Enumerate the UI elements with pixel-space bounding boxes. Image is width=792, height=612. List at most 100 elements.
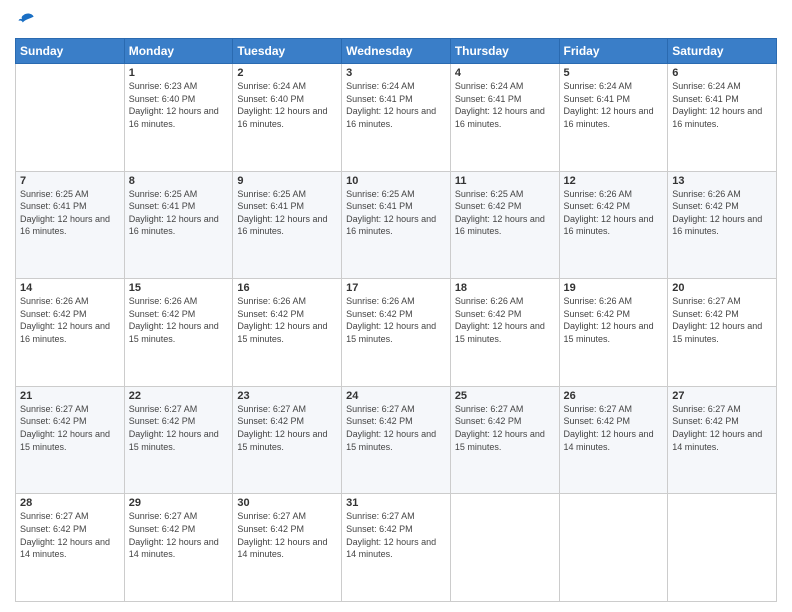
day-info: Sunrise: 6:27 AMSunset: 6:42 PMDaylight:… (346, 403, 446, 453)
day-cell: 26Sunrise: 6:27 AMSunset: 6:42 PMDayligh… (559, 386, 668, 494)
day-cell: 23Sunrise: 6:27 AMSunset: 6:42 PMDayligh… (233, 386, 342, 494)
weekday-header-friday: Friday (559, 39, 668, 64)
day-info: Sunrise: 6:26 AMSunset: 6:42 PMDaylight:… (672, 188, 772, 238)
logo-bird-icon (17, 10, 37, 30)
weekday-header-row: SundayMondayTuesdayWednesdayThursdayFrid… (16, 39, 777, 64)
day-number: 9 (237, 175, 337, 187)
day-cell: 17Sunrise: 6:26 AMSunset: 6:42 PMDayligh… (342, 279, 451, 387)
day-cell: 22Sunrise: 6:27 AMSunset: 6:42 PMDayligh… (124, 386, 233, 494)
day-cell: 28Sunrise: 6:27 AMSunset: 6:42 PMDayligh… (16, 494, 125, 602)
day-info: Sunrise: 6:27 AMSunset: 6:42 PMDaylight:… (672, 295, 772, 345)
day-number: 21 (20, 390, 120, 402)
day-cell: 6Sunrise: 6:24 AMSunset: 6:41 PMDaylight… (668, 64, 777, 172)
day-info: Sunrise: 6:27 AMSunset: 6:42 PMDaylight:… (129, 510, 229, 560)
day-cell: 13Sunrise: 6:26 AMSunset: 6:42 PMDayligh… (668, 171, 777, 279)
day-info: Sunrise: 6:27 AMSunset: 6:42 PMDaylight:… (672, 403, 772, 453)
day-info: Sunrise: 6:26 AMSunset: 6:42 PMDaylight:… (20, 295, 120, 345)
day-number: 10 (346, 175, 446, 187)
day-number: 5 (564, 67, 664, 79)
day-number: 3 (346, 67, 446, 79)
day-cell: 21Sunrise: 6:27 AMSunset: 6:42 PMDayligh… (16, 386, 125, 494)
day-info: Sunrise: 6:24 AMSunset: 6:41 PMDaylight:… (564, 80, 664, 130)
day-info: Sunrise: 6:26 AMSunset: 6:42 PMDaylight:… (564, 188, 664, 238)
weekday-header-saturday: Saturday (668, 39, 777, 64)
day-number: 4 (455, 67, 555, 79)
day-number: 18 (455, 282, 555, 294)
day-info: Sunrise: 6:27 AMSunset: 6:42 PMDaylight:… (564, 403, 664, 453)
day-number: 27 (672, 390, 772, 402)
day-cell: 11Sunrise: 6:25 AMSunset: 6:42 PMDayligh… (450, 171, 559, 279)
day-info: Sunrise: 6:26 AMSunset: 6:42 PMDaylight:… (129, 295, 229, 345)
weekday-header-tuesday: Tuesday (233, 39, 342, 64)
day-info: Sunrise: 6:25 AMSunset: 6:41 PMDaylight:… (346, 188, 446, 238)
day-cell: 16Sunrise: 6:26 AMSunset: 6:42 PMDayligh… (233, 279, 342, 387)
week-row-3: 14Sunrise: 6:26 AMSunset: 6:42 PMDayligh… (16, 279, 777, 387)
day-cell: 5Sunrise: 6:24 AMSunset: 6:41 PMDaylight… (559, 64, 668, 172)
header (15, 10, 777, 30)
day-info: Sunrise: 6:26 AMSunset: 6:42 PMDaylight:… (346, 295, 446, 345)
day-info: Sunrise: 6:25 AMSunset: 6:42 PMDaylight:… (455, 188, 555, 238)
day-cell: 7Sunrise: 6:25 AMSunset: 6:41 PMDaylight… (16, 171, 125, 279)
day-info: Sunrise: 6:24 AMSunset: 6:41 PMDaylight:… (672, 80, 772, 130)
day-cell: 2Sunrise: 6:24 AMSunset: 6:40 PMDaylight… (233, 64, 342, 172)
week-row-1: 1Sunrise: 6:23 AMSunset: 6:40 PMDaylight… (16, 64, 777, 172)
logo (15, 10, 37, 30)
day-info: Sunrise: 6:27 AMSunset: 6:42 PMDaylight:… (455, 403, 555, 453)
day-number: 23 (237, 390, 337, 402)
day-number: 11 (455, 175, 555, 187)
day-number: 8 (129, 175, 229, 187)
weekday-header-thursday: Thursday (450, 39, 559, 64)
day-info: Sunrise: 6:25 AMSunset: 6:41 PMDaylight:… (129, 188, 229, 238)
day-number: 25 (455, 390, 555, 402)
day-info: Sunrise: 6:25 AMSunset: 6:41 PMDaylight:… (237, 188, 337, 238)
day-info: Sunrise: 6:27 AMSunset: 6:42 PMDaylight:… (129, 403, 229, 453)
day-cell: 20Sunrise: 6:27 AMSunset: 6:42 PMDayligh… (668, 279, 777, 387)
day-cell (559, 494, 668, 602)
week-row-4: 21Sunrise: 6:27 AMSunset: 6:42 PMDayligh… (16, 386, 777, 494)
day-cell: 18Sunrise: 6:26 AMSunset: 6:42 PMDayligh… (450, 279, 559, 387)
calendar-table: SundayMondayTuesdayWednesdayThursdayFrid… (15, 38, 777, 602)
day-number: 15 (129, 282, 229, 294)
day-number: 24 (346, 390, 446, 402)
weekday-header-wednesday: Wednesday (342, 39, 451, 64)
day-number: 12 (564, 175, 664, 187)
day-info: Sunrise: 6:24 AMSunset: 6:40 PMDaylight:… (237, 80, 337, 130)
day-info: Sunrise: 6:27 AMSunset: 6:42 PMDaylight:… (237, 403, 337, 453)
day-cell (668, 494, 777, 602)
week-row-2: 7Sunrise: 6:25 AMSunset: 6:41 PMDaylight… (16, 171, 777, 279)
day-number: 16 (237, 282, 337, 294)
day-number: 6 (672, 67, 772, 79)
day-cell: 14Sunrise: 6:26 AMSunset: 6:42 PMDayligh… (16, 279, 125, 387)
day-cell: 9Sunrise: 6:25 AMSunset: 6:41 PMDaylight… (233, 171, 342, 279)
page: SundayMondayTuesdayWednesdayThursdayFrid… (0, 0, 792, 612)
day-number: 29 (129, 497, 229, 509)
day-info: Sunrise: 6:24 AMSunset: 6:41 PMDaylight:… (455, 80, 555, 130)
day-number: 28 (20, 497, 120, 509)
day-cell: 1Sunrise: 6:23 AMSunset: 6:40 PMDaylight… (124, 64, 233, 172)
day-info: Sunrise: 6:25 AMSunset: 6:41 PMDaylight:… (20, 188, 120, 238)
day-info: Sunrise: 6:24 AMSunset: 6:41 PMDaylight:… (346, 80, 446, 130)
day-cell: 8Sunrise: 6:25 AMSunset: 6:41 PMDaylight… (124, 171, 233, 279)
weekday-header-sunday: Sunday (16, 39, 125, 64)
day-number: 30 (237, 497, 337, 509)
day-info: Sunrise: 6:23 AMSunset: 6:40 PMDaylight:… (129, 80, 229, 130)
day-info: Sunrise: 6:27 AMSunset: 6:42 PMDaylight:… (20, 510, 120, 560)
day-info: Sunrise: 6:26 AMSunset: 6:42 PMDaylight:… (237, 295, 337, 345)
day-number: 22 (129, 390, 229, 402)
weekday-header-monday: Monday (124, 39, 233, 64)
day-cell: 15Sunrise: 6:26 AMSunset: 6:42 PMDayligh… (124, 279, 233, 387)
day-info: Sunrise: 6:26 AMSunset: 6:42 PMDaylight:… (455, 295, 555, 345)
day-info: Sunrise: 6:26 AMSunset: 6:42 PMDaylight:… (564, 295, 664, 345)
day-cell (450, 494, 559, 602)
day-number: 14 (20, 282, 120, 294)
day-number: 2 (237, 67, 337, 79)
day-number: 7 (20, 175, 120, 187)
day-info: Sunrise: 6:27 AMSunset: 6:42 PMDaylight:… (20, 403, 120, 453)
day-cell: 10Sunrise: 6:25 AMSunset: 6:41 PMDayligh… (342, 171, 451, 279)
day-number: 31 (346, 497, 446, 509)
day-number: 13 (672, 175, 772, 187)
day-number: 26 (564, 390, 664, 402)
day-info: Sunrise: 6:27 AMSunset: 6:42 PMDaylight:… (346, 510, 446, 560)
day-cell: 24Sunrise: 6:27 AMSunset: 6:42 PMDayligh… (342, 386, 451, 494)
day-cell: 25Sunrise: 6:27 AMSunset: 6:42 PMDayligh… (450, 386, 559, 494)
